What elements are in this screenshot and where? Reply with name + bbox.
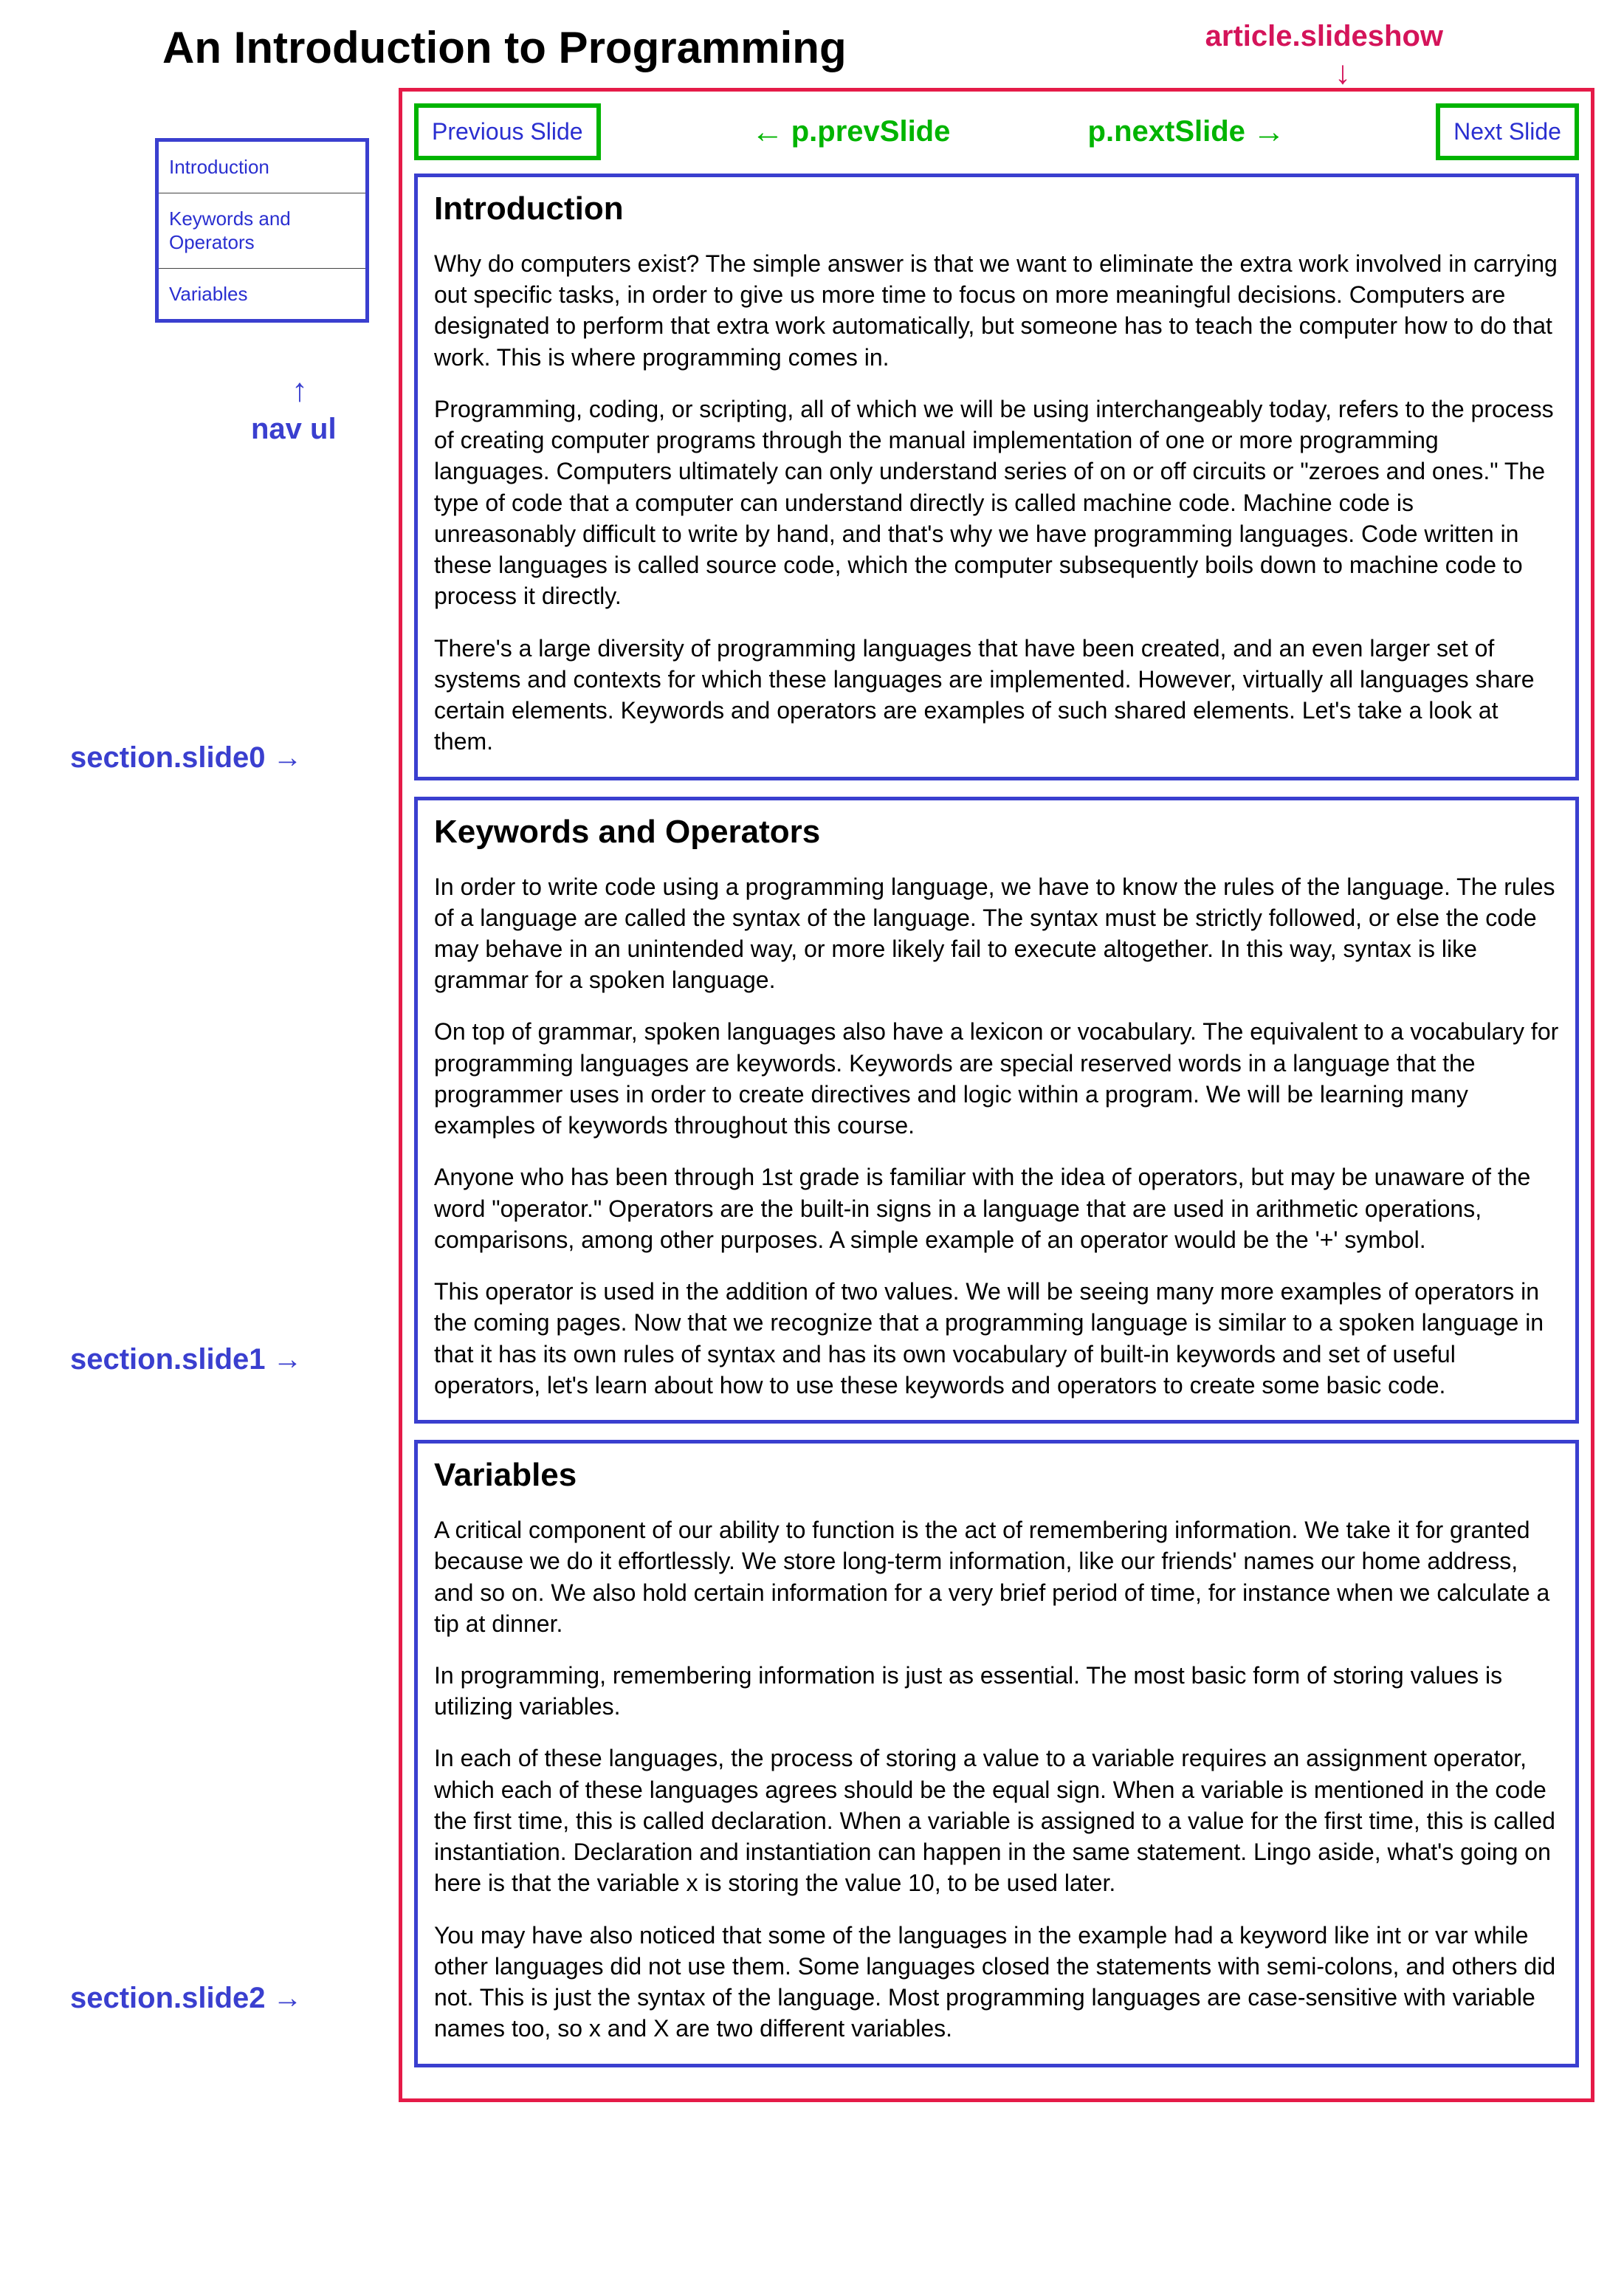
annotation-prevslide: ← p.prevSlide xyxy=(751,114,951,151)
slide-paragraph: There's a large diversity of programming… xyxy=(434,633,1559,758)
slide-variables: Variables A critical component of our ab… xyxy=(414,1440,1579,2067)
arrow-right-icon: → xyxy=(273,1982,303,2015)
previous-slide-button[interactable]: Previous Slide xyxy=(414,103,601,160)
slide-paragraph: On top of grammar, spoken languages also… xyxy=(434,1016,1559,1141)
annotation-section1: section.slide1 → xyxy=(70,1343,303,1376)
annotation-section2-text: section.slide2 xyxy=(70,1982,266,2015)
nav-item-keywords[interactable]: Keywords and Operators xyxy=(159,193,365,269)
next-slide-button[interactable]: Next Slide xyxy=(1436,103,1579,160)
annotation-nextslide-text: p.nextSlide xyxy=(1088,115,1245,148)
annotation-section0-text: section.slide0 xyxy=(70,741,266,775)
nav-item-variables[interactable]: Variables xyxy=(159,269,365,320)
slide-paragraph: You may have also noticed that some of t… xyxy=(434,1920,1559,2045)
arrow-right-icon: → xyxy=(1253,114,1285,151)
annotation-prevslide-text: p.prevSlide xyxy=(791,115,951,148)
slide-heading: Introduction xyxy=(434,190,1559,227)
slide-paragraph: In programming, remembering information … xyxy=(434,1660,1559,1722)
slide-paragraph: In each of these languages, the process … xyxy=(434,1743,1559,1898)
slide-paragraph: In order to write code using a programmi… xyxy=(434,871,1559,996)
nav-item-introduction[interactable]: Introduction xyxy=(159,142,365,193)
slide-heading: Keywords and Operators xyxy=(434,814,1559,851)
slideshow-article: Previous Slide ← p.prevSlide p.nextSlide… xyxy=(399,88,1594,2102)
slide-paragraph: Anyone who has been through 1st grade is… xyxy=(434,1161,1559,1255)
nav-list: Introduction Keywords and Operators Vari… xyxy=(155,138,369,323)
arrow-down-icon: ↓ xyxy=(1335,55,1351,92)
arrow-right-icon: → xyxy=(273,741,303,775)
slide-heading: Variables xyxy=(434,1457,1559,1494)
annotation-section1-text: section.slide1 xyxy=(70,1343,266,1376)
slide-introduction: Introduction Why do computers exist? The… xyxy=(414,174,1579,780)
annotation-section0: section.slide0 → xyxy=(70,741,303,775)
annotation-section2: section.slide2 → xyxy=(70,1982,303,2015)
arrow-left-icon: ← xyxy=(751,114,784,151)
slide-controls: Previous Slide ← p.prevSlide p.nextSlide… xyxy=(414,103,1579,160)
annotation-nav-ul: nav ul xyxy=(251,413,337,446)
arrow-right-icon: → xyxy=(273,1343,303,1376)
annotation-nextslide: p.nextSlide → xyxy=(1088,114,1285,151)
slide-paragraph: Why do computers exist? The simple answe… xyxy=(434,248,1559,373)
slide-paragraph: A critical component of our ability to f… xyxy=(434,1514,1559,1639)
slide-paragraph: This operator is used in the addition of… xyxy=(434,1276,1559,1401)
annotation-article: article.slideshow xyxy=(1205,20,1443,53)
slide-paragraph: Programming, coding, or scripting, all o… xyxy=(434,394,1559,612)
slide-keywords: Keywords and Operators In order to write… xyxy=(414,797,1579,1424)
slide-nav: Introduction Keywords and Operators Vari… xyxy=(30,138,399,323)
arrow-up-icon: ↑ xyxy=(292,372,308,409)
